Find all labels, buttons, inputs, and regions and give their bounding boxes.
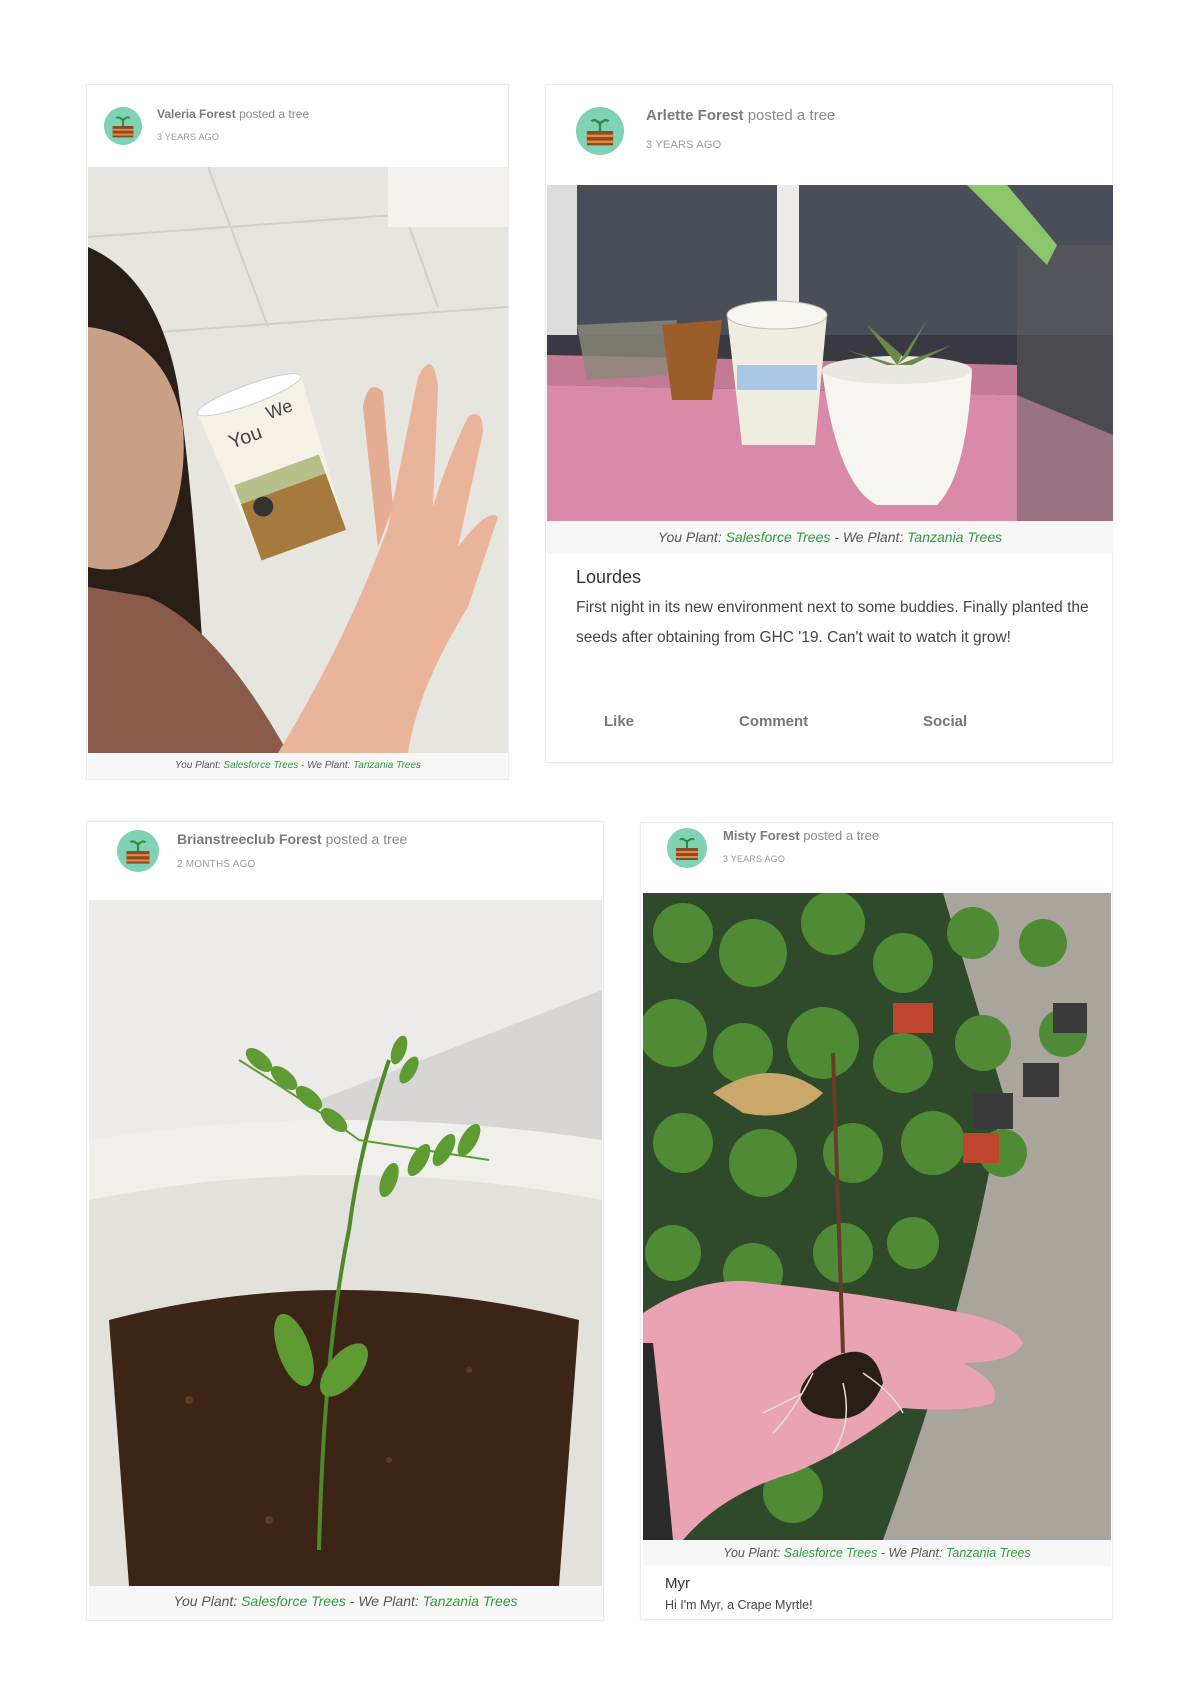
- post-card: Arlette Forest posted a tree 3 YEARS AGO…: [545, 84, 1113, 763]
- caption-we-plant: - We Plant:: [830, 529, 904, 545]
- salesforce-trees-link[interactable]: Salesforce Trees: [784, 1546, 878, 1560]
- post-photo[interactable]: [643, 893, 1111, 1540]
- post-action: posted a tree: [239, 107, 310, 121]
- post-card: Valeria Forest posted a tree 3 YEARS AGO…: [86, 84, 509, 780]
- salesforce-trees-link[interactable]: Salesforce Trees: [223, 760, 298, 771]
- tree-avatar-icon[interactable]: [117, 830, 159, 872]
- tanzania-trees-link[interactable]: Tanzania Trees: [946, 1546, 1031, 1560]
- author-name[interactable]: Arlette Forest: [646, 107, 744, 124]
- tanzania-trees-link[interactable]: Tanzania Trees: [907, 529, 1002, 545]
- caption-you-plant: You Plant:: [175, 760, 221, 771]
- post-text: Hi I'm Myr, a Crape Myrtle!: [665, 1598, 813, 1612]
- caption-we-plant: - We Plant:: [877, 1546, 943, 1560]
- post-title: Myr: [665, 1575, 690, 1592]
- post-photo[interactable]: [547, 185, 1113, 521]
- salesforce-trees-link[interactable]: Salesforce Trees: [241, 1593, 346, 1609]
- comment-button[interactable]: Comment: [739, 713, 808, 730]
- post-photo[interactable]: [89, 900, 602, 1586]
- author-name[interactable]: Valeria Forest: [157, 107, 236, 121]
- post-action: posted a tree: [803, 828, 880, 843]
- salesforce-trees-link[interactable]: Salesforce Trees: [726, 529, 831, 545]
- post-author: Misty Forest posted a tree: [723, 828, 879, 843]
- post-author: Valeria Forest posted a tree: [157, 107, 309, 121]
- post-time: 3 YEARS AGO: [723, 854, 786, 864]
- post-photo[interactable]: You We: [88, 167, 508, 753]
- post-action: posted a tree: [325, 831, 408, 847]
- post-time: 3 YEARS AGO: [646, 139, 722, 151]
- caption-we-plant: - We Plant:: [345, 1593, 419, 1609]
- photo-caption: You Plant: Salesforce Trees - We Plant: …: [643, 1540, 1111, 1566]
- post-card: Brianstreeclub Forest posted a tree 2 MO…: [86, 821, 604, 1621]
- photo-caption: You Plant: Salesforce Trees - We Plant: …: [89, 1586, 602, 1616]
- tanzania-trees-link[interactable]: Tanzania Trees: [423, 1593, 518, 1609]
- social-button[interactable]: Social: [923, 713, 967, 730]
- tree-avatar-icon[interactable]: [667, 828, 707, 868]
- post-time: 3 YEARS AGO: [157, 132, 220, 142]
- tree-avatar-icon[interactable]: [576, 107, 624, 155]
- photo-caption: You Plant: Salesforce Trees - We Plant: …: [547, 521, 1113, 553]
- author-name[interactable]: Brianstreeclub Forest: [177, 831, 322, 847]
- post-author: Arlette Forest posted a tree: [646, 107, 835, 124]
- author-name[interactable]: Misty Forest: [723, 828, 800, 843]
- tree-avatar-icon[interactable]: [104, 107, 142, 145]
- like-button[interactable]: Like: [604, 713, 634, 730]
- post-card: Misty Forest posted a tree 3 YEARS AGO Y…: [640, 822, 1113, 1620]
- caption-you-plant: You Plant:: [657, 529, 722, 545]
- caption-we-plant: - We Plant:: [298, 760, 351, 771]
- tanzania-trees-link[interactable]: Tanzania Trees: [353, 760, 421, 771]
- post-title: Lourdes: [576, 567, 642, 587]
- post-action: posted a tree: [747, 107, 836, 124]
- photo-caption: You Plant: Salesforce Trees - We Plant: …: [88, 753, 508, 779]
- post-time: 2 MONTHS AGO: [177, 859, 256, 870]
- post-text: First night in its new environment next …: [576, 599, 1089, 646]
- caption-you-plant: You Plant:: [723, 1546, 781, 1560]
- post-author: Brianstreeclub Forest posted a tree: [177, 831, 407, 847]
- caption-you-plant: You Plant:: [173, 1593, 238, 1609]
